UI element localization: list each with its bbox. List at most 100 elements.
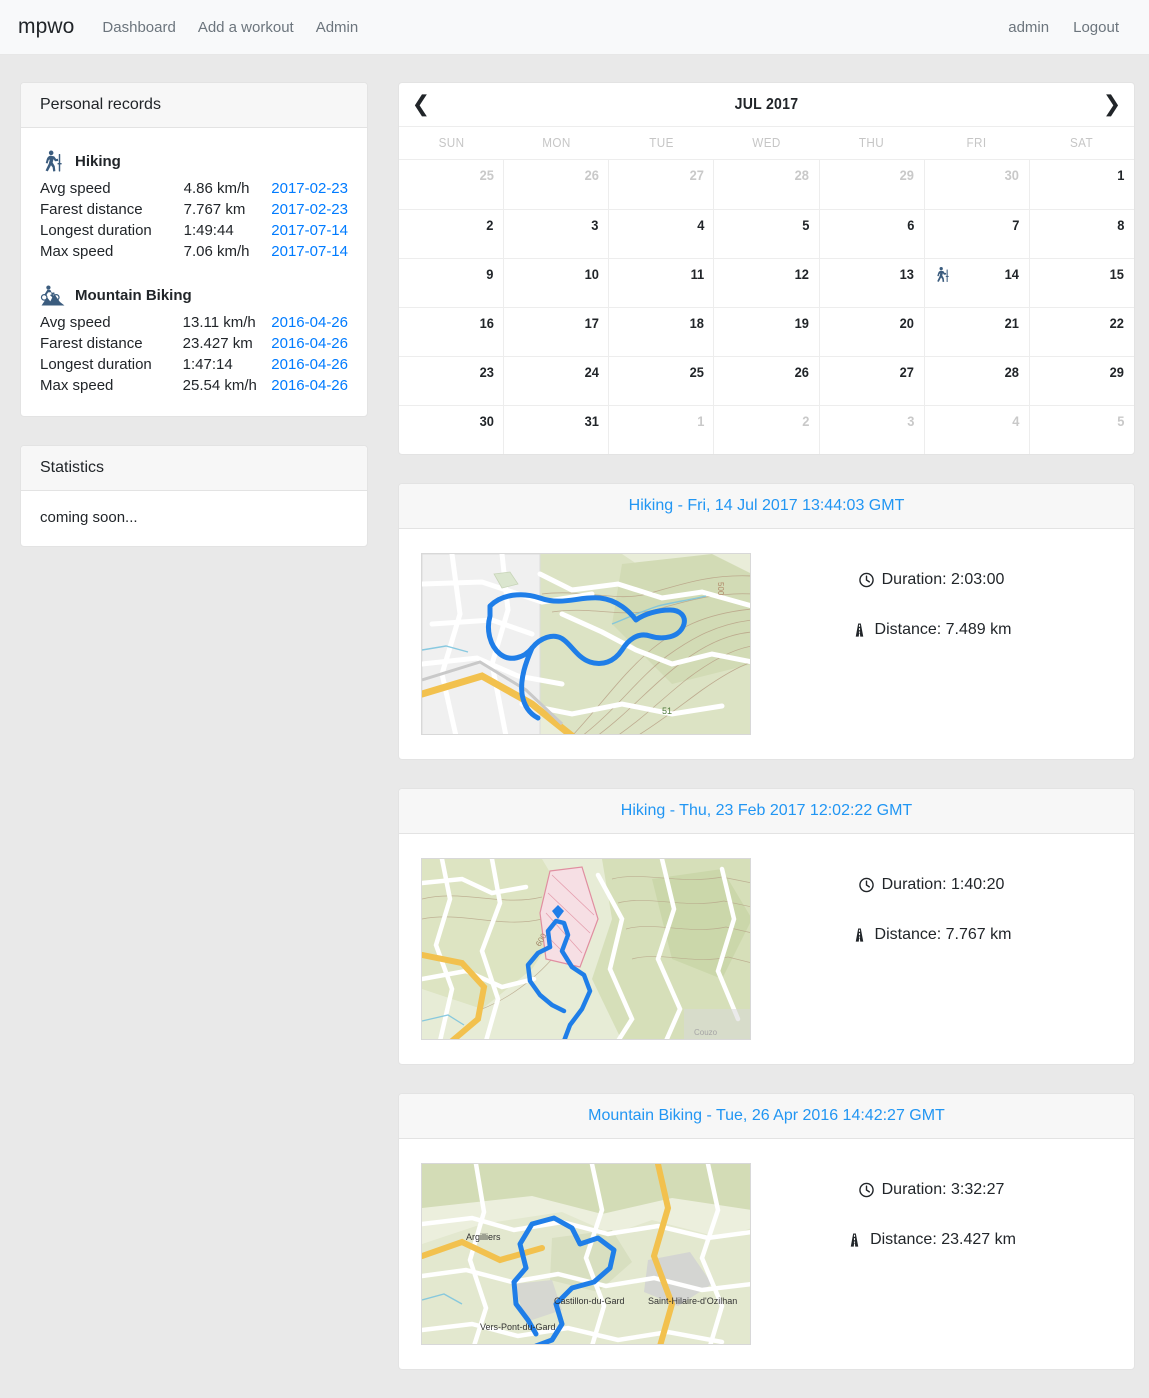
record-date: 2016-04-26 xyxy=(271,354,348,375)
calendar-grid: 25 26 27 28 29 30 1 2 3 4 5 6 7 8 9 10 11 12 13 14 15 16 17 18 1… xyxy=(399,160,1134,454)
record-value: 23.427 km xyxy=(182,335,253,352)
calendar-day-cell[interactable]: 5 xyxy=(713,209,819,258)
record-label: Max speed xyxy=(40,377,114,394)
calendar-day-cell[interactable]: 6 xyxy=(818,209,924,258)
calendar-day-number: 18 xyxy=(689,315,704,331)
calendar-day-cell[interactable]: 21 xyxy=(923,307,1029,356)
calendar-day-cell[interactable]: 10 xyxy=(503,258,609,307)
calendar-day-cell[interactable]: 17 xyxy=(503,307,609,356)
calendar-day-cell[interactable]: 31 xyxy=(503,405,609,454)
calendar-day-cell[interactable]: 4 xyxy=(608,209,714,258)
calendar-day-cell[interactable]: 8 xyxy=(1028,209,1134,258)
calendar-day-cell[interactable]: 23 xyxy=(399,356,504,405)
nav-link-add-workout[interactable]: Add a workout xyxy=(198,19,294,36)
workout-title-link[interactable]: Hiking - Fri, 14 Jul 2017 13:44:03 GMT xyxy=(629,497,905,514)
calendar-day-cell[interactable]: 26 xyxy=(503,160,608,209)
record-date-link[interactable]: 2016-04-26 xyxy=(271,335,348,352)
calendar-day-cell[interactable]: 25 xyxy=(608,356,714,405)
calendar-day-number: 4 xyxy=(696,217,705,233)
workout-card: Hiking - Thu, 23 Feb 2017 12:02:22 GMT 6… xyxy=(398,788,1135,1065)
record-date-link[interactable]: 2016-04-26 xyxy=(271,377,348,394)
table-row: Max speed 7.06 km/h 2017-07-14 xyxy=(40,241,348,262)
statistics-title: Statistics xyxy=(21,446,367,491)
calendar-day-cell[interactable]: 7 xyxy=(923,209,1029,258)
calendar-day-cell[interactable]: 16 xyxy=(399,307,504,356)
record-date-link[interactable]: 2017-07-14 xyxy=(271,222,348,239)
calendar-dow-thu: THU xyxy=(858,135,885,150)
calendar-day-cell[interactable]: 1 xyxy=(1028,160,1134,209)
workout-title-link[interactable]: Hiking - Thu, 23 Feb 2017 12:02:22 GMT xyxy=(621,802,912,819)
workout-card: Hiking - Fri, 14 Jul 2017 13:44:03 GMT 5… xyxy=(398,483,1135,760)
calendar-day-number: 5 xyxy=(1117,413,1125,429)
record-value: 1:47:14 xyxy=(182,356,233,373)
calendar-day-cell[interactable]: 5 xyxy=(1028,405,1134,454)
record-date-link[interactable]: 2017-02-23 xyxy=(271,180,348,197)
map-thumbnail-3[interactable]: Argilliers Castillon-du-Gard Vers-Pont-d… xyxy=(421,1163,751,1345)
record-date-link[interactable]: 2017-07-14 xyxy=(271,243,348,260)
calendar-day-cell[interactable]: 13 xyxy=(818,258,924,307)
calendar-day-cell[interactable]: 29 xyxy=(818,160,924,209)
chevron-right-icon[interactable]: ❯ xyxy=(1099,93,1125,116)
calendar-week-row: 30 31 1 2 3 4 5 xyxy=(399,405,1134,454)
nav-link-dashboard[interactable]: Dashboard xyxy=(102,19,175,36)
calendar-day-cell[interactable]: 2 xyxy=(399,209,504,258)
calendar-day-cell[interactable]: 22 xyxy=(1028,307,1134,356)
calendar-day-cell[interactable]: 27 xyxy=(818,356,924,405)
nav-link-logout[interactable]: Logout xyxy=(1073,19,1119,36)
workout-distance-text: Distance: 7.489 km xyxy=(874,621,1012,638)
page-content: Personal records Hiking Avg speed 4.86 k… xyxy=(0,55,1149,1398)
calendar-day-number: 8 xyxy=(1117,217,1125,233)
map-thumbnail-2[interactable]: 600 Couzo xyxy=(421,858,751,1040)
calendar-day-number: 3 xyxy=(591,217,599,233)
calendar-day-cell[interactable]: 26 xyxy=(713,356,819,405)
calendar-day-cell[interactable]: 28 xyxy=(713,160,818,209)
calendar-day-number: 4 xyxy=(1012,413,1020,429)
brand-logo[interactable]: mpwo xyxy=(18,15,74,39)
calendar-day-number: 14 xyxy=(1004,266,1020,282)
calendar-day-cell[interactable]: 28 xyxy=(923,356,1029,405)
calendar-day-number: 26 xyxy=(584,167,599,183)
calendar-day-cell[interactable]: 9 xyxy=(399,258,504,307)
calendar-day-cell[interactable]: 18 xyxy=(608,307,714,356)
nav-link-admin[interactable]: Admin xyxy=(316,19,359,36)
calendar: ❮ JUL 2017 ❯ SUN MON TUE WED THU FRI SAT… xyxy=(398,82,1135,455)
calendar-day-cell[interactable]: 11 xyxy=(608,258,714,307)
calendar-day-cell[interactable]: 24 xyxy=(503,356,609,405)
table-row: Avg speed 4.86 km/h 2017-02-23 xyxy=(40,178,348,199)
calendar-day-number: 25 xyxy=(689,364,704,380)
record-date-link[interactable]: 2016-04-26 xyxy=(271,314,348,331)
calendar-day-cell[interactable]: 2 xyxy=(713,405,819,454)
calendar-day-cell[interactable]: 1 xyxy=(608,405,714,454)
workout-distance-text: Distance: 23.427 km xyxy=(870,1231,1016,1248)
calendar-day-cell[interactable]: 20 xyxy=(818,307,924,356)
calendar-day-cell[interactable]: 14 xyxy=(923,258,1029,307)
calendar-dow-mon: MON xyxy=(542,135,571,150)
record-label: Farest distance xyxy=(40,201,143,218)
calendar-day-cell[interactable]: 3 xyxy=(503,209,609,258)
calendar-day-cell[interactable]: 25 xyxy=(399,160,503,209)
calendar-day-number: 24 xyxy=(584,364,599,380)
nav-link-username[interactable]: admin xyxy=(1008,19,1049,36)
workout-title-link[interactable]: Mountain Biking - Tue, 26 Apr 2016 14:42… xyxy=(588,1107,945,1124)
calendar-day-cell[interactable]: 15 xyxy=(1028,258,1134,307)
records-table-hiking: Avg speed 4.86 km/h 2017-02-23 Farest di… xyxy=(40,178,348,262)
table-row: Farest distance 7.767 km 2017-02-23 xyxy=(40,199,348,220)
calendar-day-number: 7 xyxy=(1012,217,1020,233)
calendar-day-cell[interactable]: 4 xyxy=(923,405,1029,454)
calendar-day-cell[interactable]: 30 xyxy=(399,405,504,454)
workout-duration: Duration: 1:40:20 xyxy=(858,876,1004,894)
map-thumbnail-1[interactable]: 500 51 xyxy=(421,553,751,735)
clock-icon xyxy=(858,1182,874,1198)
calendar-day-number: 29 xyxy=(1110,364,1125,380)
record-date-link[interactable]: 2017-02-23 xyxy=(271,201,348,218)
calendar-day-cell[interactable]: 29 xyxy=(1028,356,1134,405)
record-date-link[interactable]: 2016-04-26 xyxy=(271,356,348,373)
chevron-left-icon[interactable]: ❮ xyxy=(408,93,434,116)
calendar-day-cell[interactable]: 12 xyxy=(713,258,819,307)
calendar-day-cell[interactable]: 19 xyxy=(713,307,819,356)
calendar-day-number: 11 xyxy=(690,266,704,282)
calendar-day-cell[interactable]: 27 xyxy=(608,160,713,209)
record-label: Longest duration xyxy=(40,356,152,373)
calendar-day-cell[interactable]: 3 xyxy=(818,405,924,454)
calendar-day-cell[interactable]: 30 xyxy=(923,160,1029,209)
